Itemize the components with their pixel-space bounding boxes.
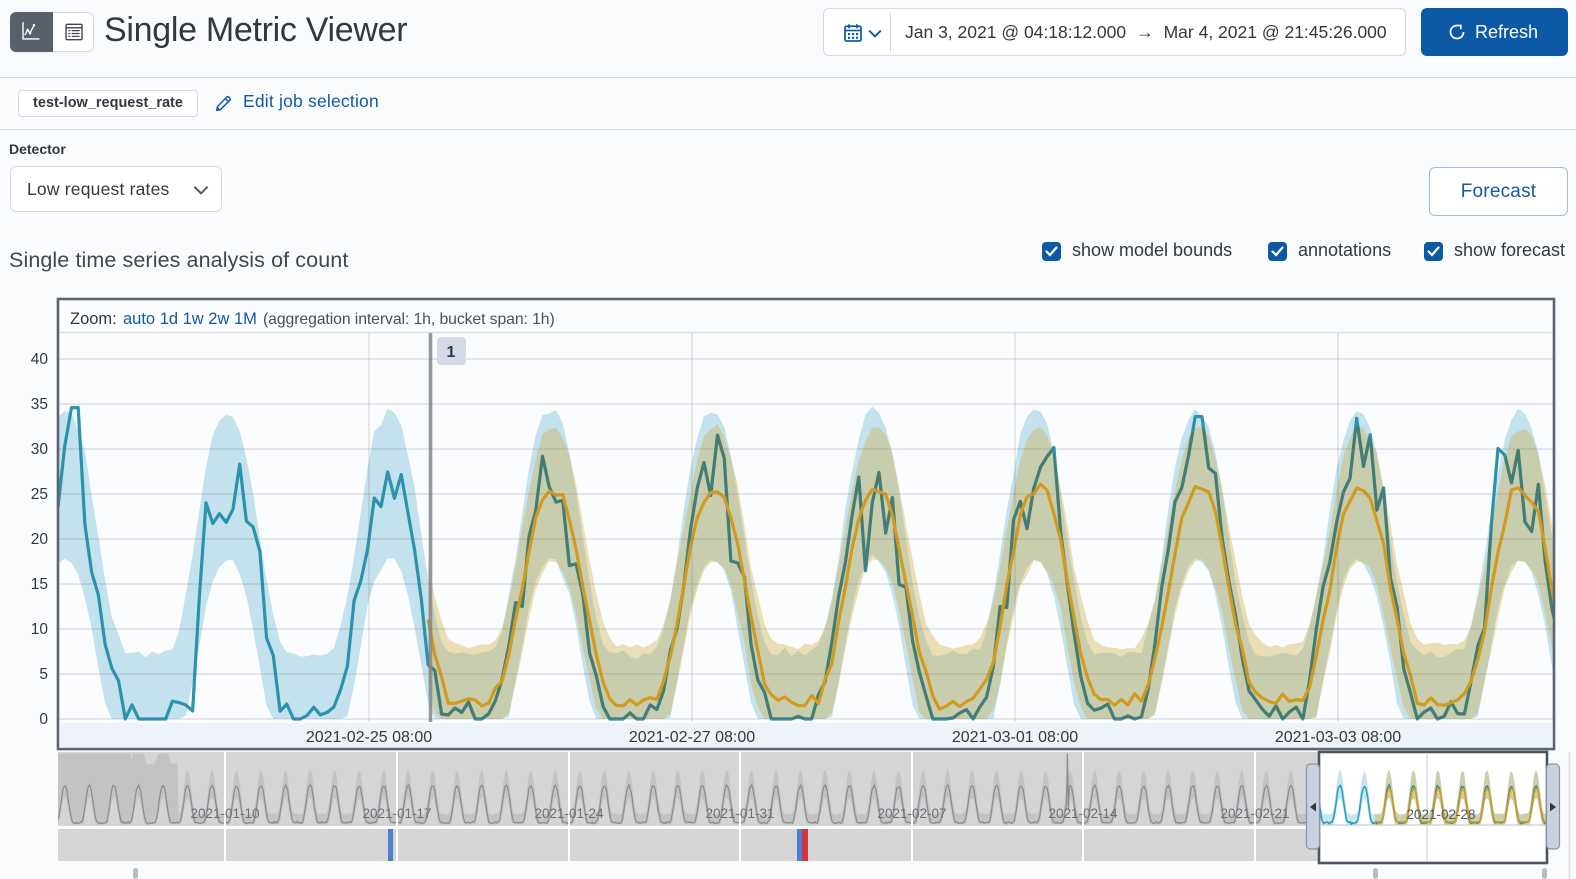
svg-text:10: 10 (31, 621, 49, 638)
svg-text:(aggregation interval: 1h, buc: (aggregation interval: 1h, bucket span: … (263, 311, 555, 328)
svg-text:2021-01-24: 2021-01-24 (534, 806, 604, 821)
svg-text:auto 1d 1w 2w 1M: auto 1d 1w 2w 1M (123, 310, 257, 328)
svg-text:2021-01-17: 2021-01-17 (362, 806, 431, 821)
svg-text:0: 0 (39, 711, 48, 728)
svg-text:25: 25 (31, 486, 48, 503)
svg-text:35: 35 (31, 396, 48, 413)
svg-text:2021-03-01 08:00: 2021-03-01 08:00 (952, 729, 1078, 746)
svg-text:2021-02-14: 2021-02-14 (1048, 806, 1118, 821)
svg-text:15: 15 (31, 576, 48, 593)
svg-text:5: 5 (39, 666, 48, 683)
svg-text:Zoom:: Zoom: (70, 310, 117, 328)
svg-text:2021-01-10: 2021-01-10 (190, 806, 259, 821)
svg-text:2021-02-28: 2021-02-28 (1406, 807, 1475, 822)
svg-text:2021-02-07: 2021-02-07 (877, 806, 946, 821)
svg-text:2021-02-21: 2021-02-21 (1220, 806, 1289, 821)
svg-text:2021-02-25 08:00: 2021-02-25 08:00 (306, 729, 432, 746)
svg-text:40: 40 (31, 351, 49, 368)
svg-text:1: 1 (447, 344, 456, 361)
svg-text:30: 30 (31, 441, 49, 458)
svg-text:2021-02-27 08:00: 2021-02-27 08:00 (629, 729, 755, 746)
svg-text:2021-03-03 08:00: 2021-03-03 08:00 (1275, 729, 1401, 746)
svg-text:20: 20 (31, 531, 49, 548)
svg-text:2021-01-31: 2021-01-31 (705, 806, 774, 821)
